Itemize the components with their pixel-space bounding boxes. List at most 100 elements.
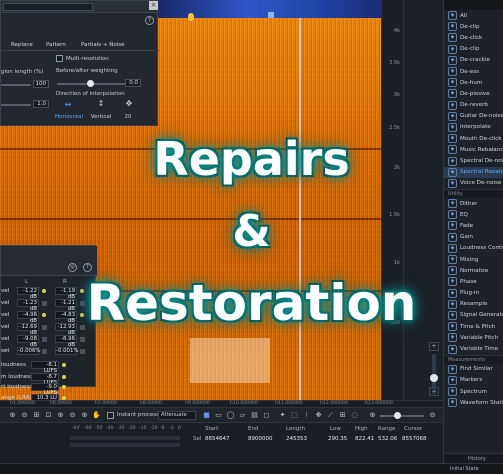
tab-pattern[interactable]: Pattern [46,42,66,48]
find-similar-icon[interactable]: ⬚ [290,411,299,420]
horizontal-zoom-knob[interactable] [394,412,401,419]
close-icon[interactable]: × [149,1,158,10]
zoom-out-icon[interactable]: ⊖ [20,411,29,420]
help-icon[interactable]: ? [83,263,92,272]
module-tabs: History [444,453,503,463]
time-zoom-out-icon[interactable]: ⊖ [428,411,437,420]
settings-icon[interactable]: ◎ [68,263,77,272]
meter-scale-label: -3 [169,426,174,431]
magic-wand-icon[interactable]: ✦ [278,411,287,420]
split-icon[interactable]: ⊞ [338,411,347,420]
module-item-all[interactable]: ◈ All [444,10,503,21]
zoom-fit-icon[interactable]: ⊡ [44,411,53,420]
module-item-guitar-de-noise[interactable]: ◈ Guitar De-noise [444,111,503,122]
harmonic-icon[interactable]: ⁝ [302,411,311,420]
module-item-markers[interactable]: ◈ Markers [444,375,503,386]
module-label: De-hum [460,79,483,86]
region-marker[interactable] [268,12,274,18]
time-label: h9.000000 [185,401,210,406]
gain-icon[interactable]: ⟋ [326,411,335,420]
freq-select-icon[interactable]: ▤ [250,411,259,420]
module-icon: ◈ [448,44,457,54]
selection-end[interactable]: 8900000 [248,436,273,442]
module-item-de-click[interactable]: ◈ De-click [444,32,503,43]
module-item-de-hum[interactable]: ◈ De-hum [444,77,503,88]
zoom-selection-icon[interactable]: ⊞ [32,411,41,420]
level-row: set -0.006% -0.001% [1,346,97,357]
frequency-ruler: 4k 3.5k 3k 2.5k 2k 1.5k 1k 500 [381,0,403,400]
hand-icon[interactable]: ✋ [92,411,101,420]
loudness-value: -8.1 LUFS [31,361,59,374]
history-initial-state[interactable]: Initial State [450,466,479,472]
time-zoom-icon[interactable]: ⊕ [368,411,377,420]
region-length-slider[interactable] [1,84,31,86]
vertical-arrow-icon[interactable]: ↕ [94,99,108,108]
playhead-marker[interactable] [188,13,194,21]
horizontal-arrow-icon[interactable]: ↔ [61,100,75,109]
module-item-waveform-statistics[interactable]: ◈Waveform Statistics [444,397,503,408]
attenuate-select[interactable]: Attenuate [158,411,196,420]
module-item-variable-time[interactable]: ◈ Variable Time [444,343,503,354]
zoom-in-icon[interactable]: ⊕ [8,411,17,420]
rect-select-icon[interactable]: ▭ [214,411,223,420]
zoom-all-icon[interactable]: ⊕ [80,411,89,420]
selection-start[interactable]: 8654647 [205,436,230,442]
mode-tabs: Replace Pattern Partials + Noise [1,39,159,51]
selection-range[interactable]: 532.06 [378,436,397,442]
before-after-field[interactable]: 0.0 [125,79,141,87]
instant-process-checkbox[interactable] [107,412,114,419]
level-indicator [80,349,85,354]
module-item-de-plosive[interactable]: ◈ De-plosive [444,88,503,99]
module-item-de-reverb[interactable]: ◈ De-reverb [444,100,503,111]
selection-low[interactable]: 290.35 [328,436,347,442]
interpolate-panel: × ? Replace Pattern Partials + Noise Mul… [0,0,159,126]
multi-resolution-checkbox[interactable] [56,55,63,62]
direction-horizontal[interactable]: Horizontal [53,114,85,120]
brush-icon[interactable]: ▱ [238,411,247,420]
before-after-knob[interactable] [87,80,94,87]
help-icon[interactable]: ? [145,16,154,25]
preset-select[interactable] [3,3,93,11]
module-item-de-clip[interactable]: ◈ De-clip [444,21,503,32]
module-item-spectrum[interactable]: ◈ Spectrum [444,386,503,397]
selection-rectangle[interactable] [190,338,270,383]
module-icon: ◈ [448,33,457,43]
horizontal-zoom-slider[interactable] [380,415,424,417]
region-length-field[interactable]: 100 [33,80,49,88]
title-ampersand: & [232,206,271,257]
module-item-de-ess[interactable]: ◈ De-ess [444,66,503,77]
level-indicator [42,337,47,342]
cursor-position[interactable]: 8557068 [402,436,427,442]
level-meter: -Inf -60 -50 -40 -30 -20 -15 -10 -6 -3 0 [0,423,190,464]
tab-history[interactable]: History [468,456,486,462]
selection-length[interactable]: 245353 [286,436,307,442]
zoom-time-icon[interactable]: ⊕ [56,411,65,420]
selection-high[interactable]: 822.41 [355,436,374,442]
tab-replace[interactable]: Replace [11,42,33,48]
zoom-freq-icon[interactable]: ⊖ [68,411,77,420]
tab-partials-noise[interactable]: Partials + Noise [81,42,125,48]
second-field[interactable]: 1.0 [33,100,49,108]
direction-vertical[interactable]: Vertical [87,114,115,120]
selection-row-label: Sel [193,436,202,442]
module-item-de-crackle[interactable]: ◈ De-crackle [444,55,503,66]
meter-scale-label: -40 [106,426,114,431]
header-end: End [248,426,259,432]
module-label: De-plosive [460,90,490,97]
zoom-in-icon[interactable]: + [429,342,439,351]
freq-label: 1k [393,260,400,266]
lasso-icon[interactable]: ◯ [226,411,235,420]
title-repairs: Repairs [153,132,350,186]
vertical-zoom-knob[interactable] [430,374,438,382]
time-select-icon[interactable]: ■ [202,411,211,420]
comment-icon[interactable]: ◻ [262,411,271,420]
move-selection-icon[interactable]: ✥ [314,411,323,420]
zoom-out-icon[interactable]: − [429,387,439,396]
scrub-icon[interactable]: ◌ [350,411,359,420]
module-item-find-similar[interactable]: ◈ Find Similar [444,364,503,375]
meter-scale-label: -20 [128,426,136,431]
module-item-de-clip[interactable]: ◈ De-clip [444,44,503,55]
move-icon[interactable]: ✥ [122,99,136,108]
second-slider[interactable] [1,104,31,106]
meter-scale-label: -60 [84,426,92,431]
